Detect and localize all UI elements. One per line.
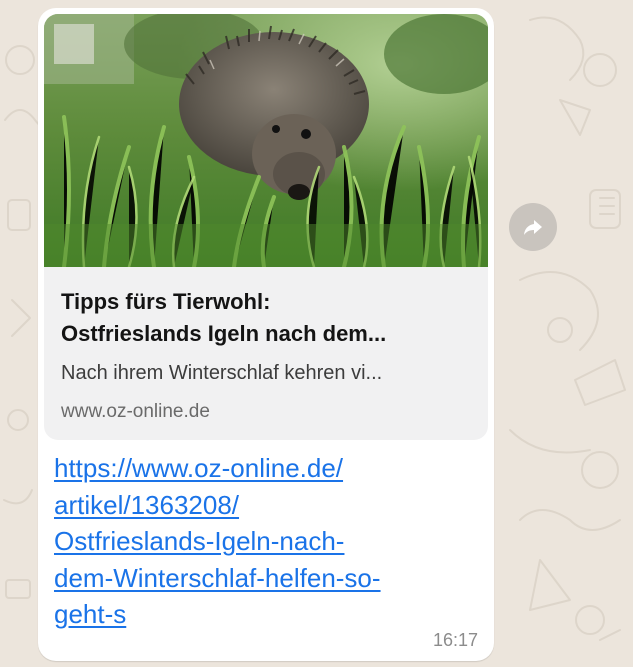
hedgehog-photo-icon xyxy=(44,14,488,267)
forward-button[interactable] xyxy=(509,203,557,251)
link-preview-card[interactable]: Tipps fürs Tierwohl: Ostfrieslands Igeln… xyxy=(44,14,488,440)
message-timestamp: 16:17 xyxy=(432,630,478,650)
preview-image xyxy=(44,14,488,267)
link-line[interactable]: Ostfrieslands-Igeln-nach- xyxy=(54,523,484,560)
message-bubble[interactable]: Tipps fürs Tierwohl: Ostfrieslands Igeln… xyxy=(38,8,494,661)
preview-title: Tipps fürs Tierwohl: Ostfrieslands Igeln… xyxy=(61,286,481,350)
link-line[interactable]: artikel/1363208/ xyxy=(54,487,484,524)
preview-description: Nach ihrem Winterschlaf kehren vi... xyxy=(61,362,383,384)
preview-title-line: Tipps fürs Tierwohl: xyxy=(61,289,271,314)
preview-domain: www.oz-online.de xyxy=(61,401,210,422)
link-line[interactable]: geht-s xyxy=(54,596,484,633)
preview-title-line: Ostfrieslands Igeln nach dem... xyxy=(61,321,387,346)
link-line[interactable]: dem-Winterschlaf-helfen-so- xyxy=(54,560,484,597)
forward-arrow-icon xyxy=(524,220,542,235)
link-line[interactable]: https://www.oz-online.de/ xyxy=(54,450,484,487)
message-link[interactable]: https://www.oz-online.de/ artikel/136320… xyxy=(54,450,484,633)
